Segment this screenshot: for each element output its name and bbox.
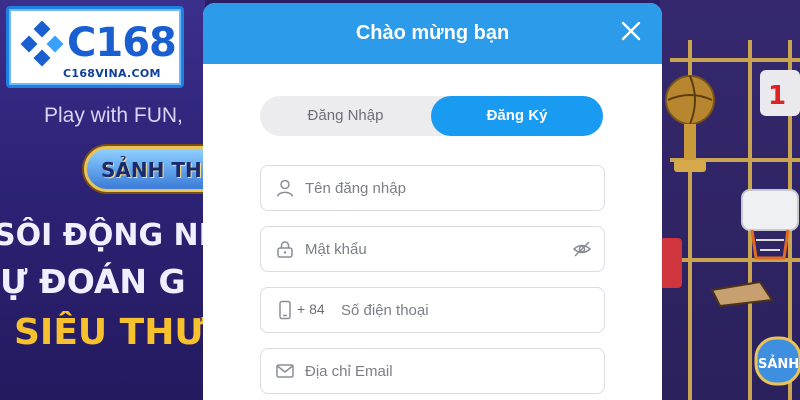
c168-logo: C168 C168VINA.COM [6, 6, 184, 88]
auth-modal: Chào mừng bạn Đăng Nhập Đăng Ký Tên đăng… [203, 3, 662, 400]
close-icon[interactable] [620, 20, 642, 42]
phone-field: + 84 [260, 287, 605, 333]
modal-title: Chào mừng bạn [355, 22, 510, 44]
lock-icon [277, 241, 293, 258]
auth-tabs: Đăng Nhập Đăng Ký [260, 96, 603, 136]
password-field [260, 226, 605, 272]
mail-icon [276, 364, 294, 378]
hall-badge-label: SẢNH THƯỞ [101, 158, 205, 182]
email-input[interactable] [305, 349, 565, 393]
background-promo-right: 1 SẢNH [660, 0, 800, 400]
modal-header: Chào mừng bạn [203, 3, 662, 64]
promo-headline-1: SÔI ĐỘNG NB [0, 218, 205, 253]
promo-tagline: Play with FUN, [44, 104, 183, 127]
logo-domain: C168VINA.COM [63, 67, 161, 80]
background-promo-left: C168 C168VINA.COM Play with FUN, SẢNH TH… [0, 0, 205, 400]
user-icon [276, 179, 294, 197]
phone-country-code[interactable]: + 84 [297, 301, 325, 317]
promo-headline-3: SIÊU THƯ [14, 312, 205, 353]
eye-off-icon[interactable] [572, 239, 592, 259]
logo-diamond-icon [20, 21, 64, 67]
tab-login[interactable]: Đăng Nhập [260, 96, 431, 136]
password-input[interactable] [305, 227, 565, 271]
sports-illustration: 1 SẢNH [660, 40, 800, 400]
email-field [260, 348, 605, 394]
hall-badge: SẢNH THƯỞ [84, 146, 205, 192]
phone-icon [279, 300, 291, 320]
tab-register[interactable]: Đăng Ký [431, 96, 603, 136]
svg-text:1: 1 [768, 81, 786, 111]
username-field [260, 165, 605, 211]
svg-text:SẢNH: SẢNH [758, 355, 799, 372]
username-input[interactable] [305, 166, 565, 210]
phone-input[interactable] [341, 288, 601, 332]
promo-headline-2: Ự ĐOÁN G [0, 262, 186, 301]
logo-text: C168 [67, 20, 177, 66]
